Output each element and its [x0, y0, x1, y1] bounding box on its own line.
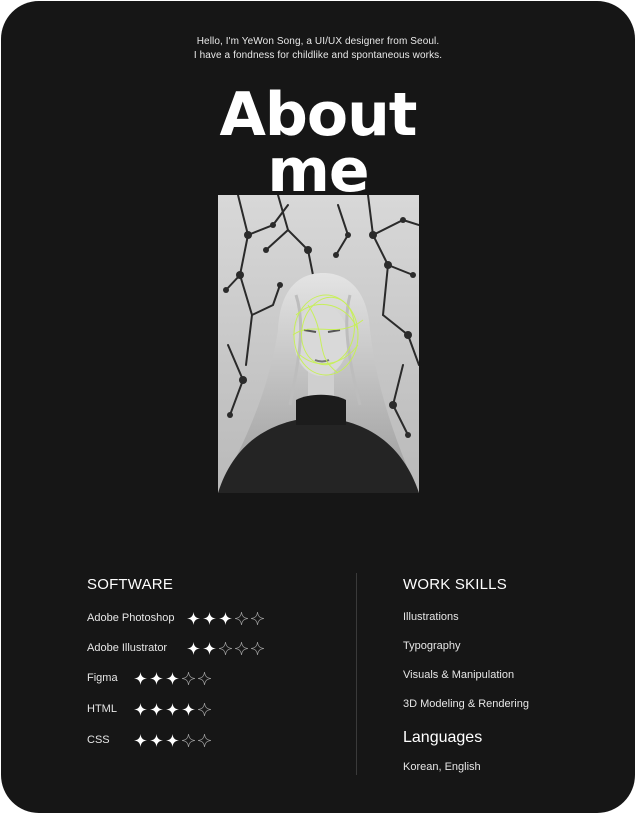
filled-star-icon — [166, 702, 179, 716]
about-card: Hello, I'm YeWon Song, a UI/UX designer … — [1, 1, 635, 813]
intro-line-1: Hello, I'm YeWon Song, a UI/UX designer … — [196, 36, 440, 47]
filled-star-icon — [150, 671, 163, 685]
filled-star-icon — [134, 671, 147, 685]
title-line-1: About — [219, 80, 417, 150]
page-title: About me — [1, 80, 635, 206]
software-row-illustrator: Adobe Illustrator — [87, 639, 264, 657]
rating-stars — [134, 671, 211, 685]
portrait-photo — [218, 195, 419, 493]
title-line-2: me — [267, 136, 369, 206]
filled-star-icon — [219, 611, 232, 625]
rating-stars — [187, 641, 264, 655]
filled-star-icon — [187, 611, 200, 625]
empty-star-icon — [251, 641, 264, 655]
empty-star-icon — [219, 641, 232, 655]
languages-value: Korean, English — [403, 761, 481, 773]
rating-stars — [134, 702, 211, 716]
software-row-photoshop: Adobe Photoshop — [87, 609, 264, 627]
software-row-css: CSS — [87, 731, 211, 749]
work-skills-title: WORK SKILLS — [403, 576, 507, 593]
empty-star-icon — [198, 702, 211, 716]
software-row-html: HTML — [87, 700, 211, 718]
filled-star-icon — [134, 733, 147, 747]
software-title: SOFTWARE — [87, 576, 174, 593]
intro-text: Hello, I'm YeWon Song, a UI/UX designer … — [1, 35, 635, 63]
empty-star-icon — [182, 671, 195, 685]
filled-star-icon — [150, 702, 163, 716]
filled-star-icon — [134, 702, 147, 716]
empty-star-icon — [251, 611, 264, 625]
filled-star-icon — [187, 641, 200, 655]
intro-line-2: I have a fondness for childlike and spon… — [193, 50, 443, 61]
software-name: Figma — [87, 672, 118, 684]
work-skill-item: 3D Modeling & Rendering — [403, 698, 529, 710]
rating-stars — [187, 611, 264, 625]
work-skill-item: Visuals & Manipulation — [403, 669, 515, 681]
work-skill-item: Typography — [403, 640, 461, 652]
software-name: HTML — [87, 703, 117, 715]
filled-star-icon — [203, 641, 216, 655]
filled-star-icon — [182, 702, 195, 716]
work-skill-item: Illustrations — [403, 611, 459, 623]
portrait-photo-graphic — [218, 195, 419, 493]
software-name: CSS — [87, 734, 110, 746]
filled-star-icon — [203, 611, 216, 625]
software-row-figma: Figma — [87, 669, 211, 687]
empty-star-icon — [182, 733, 195, 747]
languages-title: Languages — [403, 729, 483, 746]
empty-star-icon — [235, 641, 248, 655]
software-name: Adobe Photoshop — [87, 612, 175, 624]
rating-stars — [134, 733, 211, 747]
column-divider — [356, 573, 357, 775]
filled-star-icon — [166, 733, 179, 747]
filled-star-icon — [166, 671, 179, 685]
empty-star-icon — [235, 611, 248, 625]
empty-star-icon — [198, 671, 211, 685]
software-name: Adobe Illustrator — [87, 642, 168, 654]
empty-star-icon — [198, 733, 211, 747]
filled-star-icon — [150, 733, 163, 747]
